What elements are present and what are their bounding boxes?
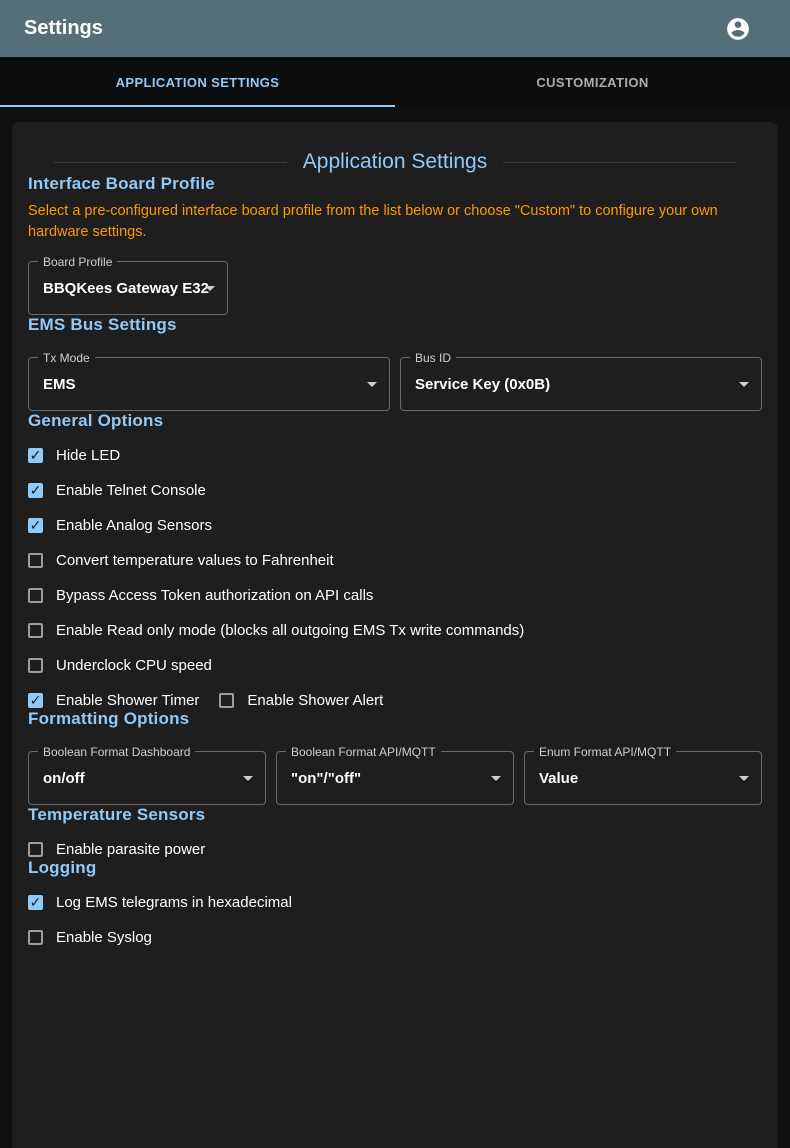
section-heading-logging: Logging	[28, 858, 762, 878]
tx-mode-select-value: EMS	[43, 376, 76, 393]
dropdown-arrow-icon	[243, 776, 253, 781]
checkbox-label[interactable]: Enable Shower Alert	[247, 692, 383, 709]
board-profile-note: Select a pre-configured interface board …	[28, 201, 748, 243]
checkbox-label[interactable]: Enable Telnet Console	[56, 482, 206, 499]
boolean-format-api-value: "on"/"off"	[291, 770, 361, 787]
checkbox-label[interactable]: Enable Read only mode (blocks all outgoi…	[56, 622, 524, 639]
boolean-format-api-select[interactable]: Boolean Format API/MQTT "on"/"off"	[276, 751, 514, 805]
checkbox-enable-syslog[interactable]	[28, 930, 43, 945]
boolean-format-dashboard-label: Boolean Format Dashboard	[38, 744, 195, 760]
checkbox-label[interactable]: Underclock CPU speed	[56, 657, 212, 674]
checkbox-label[interactable]: Enable Analog Sensors	[56, 517, 212, 534]
checkbox-shower-alert[interactable]	[219, 693, 234, 708]
app-title: Settings	[24, 17, 103, 40]
boolean-format-api-label: Boolean Format API/MQTT	[286, 744, 441, 760]
dropdown-arrow-icon	[205, 286, 215, 291]
board-profile-select-value: BBQKees Gateway E32	[43, 280, 209, 297]
checkbox-label[interactable]: Bypass Access Token authorization on API…	[56, 587, 373, 604]
tx-mode-select-label: Tx Mode	[38, 350, 95, 366]
enum-format-api-select[interactable]: Enum Format API/MQTT Value	[524, 751, 762, 805]
checkbox-parasite-power[interactable]	[28, 842, 43, 857]
checkbox-convert-fahrenheit[interactable]	[28, 553, 43, 568]
checkbox-enable-telnet-console[interactable]	[28, 483, 43, 498]
checkbox-shower-timer[interactable]	[28, 693, 43, 708]
app-header: Settings	[0, 0, 790, 57]
checkbox-log-hex[interactable]	[28, 895, 43, 910]
checkbox-label[interactable]: Hide LED	[56, 447, 120, 464]
section-heading-board-profile: Interface Board Profile	[28, 174, 762, 194]
checkbox-read-only-mode[interactable]	[28, 623, 43, 638]
tab-application-settings[interactable]: APPLICATION SETTINGS	[0, 57, 395, 107]
tab-customization[interactable]: CUSTOMIZATION	[395, 57, 790, 107]
checkbox-label[interactable]: Enable Syslog	[56, 929, 152, 946]
settings-tabs: APPLICATION SETTINGS CUSTOMIZATION	[0, 57, 790, 107]
bus-id-select-label: Bus ID	[410, 350, 456, 366]
divider-line-left	[54, 162, 287, 163]
page-title-divider: Application Settings	[54, 150, 736, 174]
checkbox-hide-led[interactable]	[28, 448, 43, 463]
bus-id-select[interactable]: Bus ID Service Key (0x0B)	[400, 357, 762, 411]
checkbox-label[interactable]: Convert temperature values to Fahrenheit	[56, 552, 334, 569]
section-heading-formatting-options: Formatting Options	[28, 709, 762, 729]
enum-format-api-value: Value	[539, 770, 578, 787]
divider-line-right	[503, 162, 736, 163]
checkbox-underclock-cpu[interactable]	[28, 658, 43, 673]
bus-id-select-value: Service Key (0x0B)	[415, 376, 550, 393]
boolean-format-dashboard-value: on/off	[43, 770, 85, 787]
enum-format-api-label: Enum Format API/MQTT	[534, 744, 676, 760]
board-profile-select[interactable]: Board Profile BBQKees Gateway E32	[28, 261, 228, 315]
dropdown-arrow-icon	[491, 776, 501, 781]
board-profile-select-label: Board Profile	[38, 254, 117, 270]
checkbox-enable-analog-sensors[interactable]	[28, 518, 43, 533]
dropdown-arrow-icon	[739, 776, 749, 781]
tx-mode-select[interactable]: Tx Mode EMS	[28, 357, 390, 411]
section-heading-ems-bus: EMS Bus Settings	[28, 315, 762, 335]
checkbox-label[interactable]: Log EMS telegrams in hexadecimal	[56, 894, 292, 911]
section-heading-temperature-sensors: Temperature Sensors	[28, 805, 762, 825]
checkbox-bypass-access-token[interactable]	[28, 588, 43, 603]
dropdown-arrow-icon	[739, 382, 749, 387]
page-title: Application Settings	[303, 150, 487, 174]
account-circle-icon	[725, 16, 751, 42]
application-settings-card: Application Settings Interface Board Pro…	[12, 122, 778, 1148]
account-button[interactable]	[724, 15, 752, 43]
checkbox-label[interactable]: Enable Shower Timer	[56, 692, 199, 709]
checkbox-label[interactable]: Enable parasite power	[56, 841, 205, 858]
dropdown-arrow-icon	[367, 382, 377, 387]
section-heading-general-options: General Options	[28, 411, 762, 431]
boolean-format-dashboard-select[interactable]: Boolean Format Dashboard on/off	[28, 751, 266, 805]
